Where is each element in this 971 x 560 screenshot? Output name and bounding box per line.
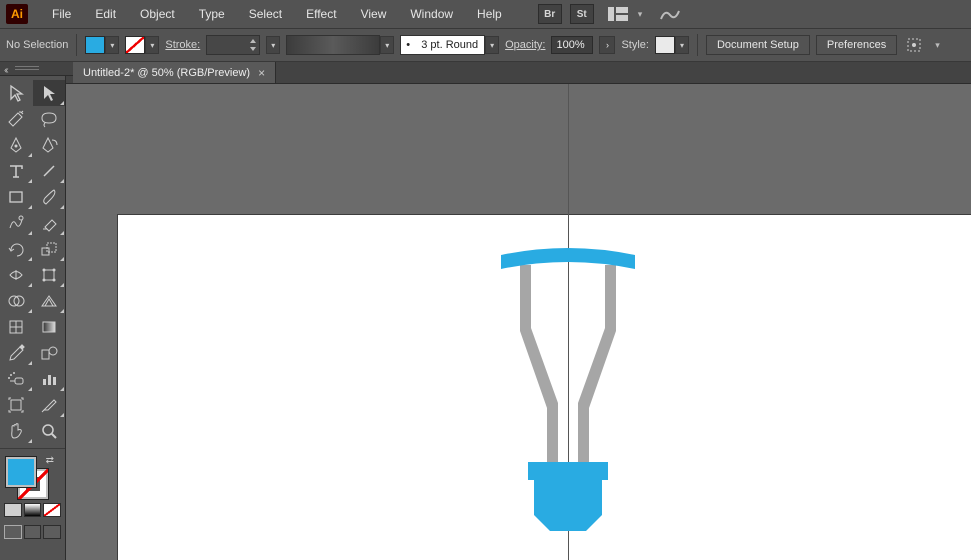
draw-inside-icon[interactable]: [43, 525, 61, 539]
color-mode-gradient-icon[interactable]: [24, 503, 42, 517]
stroke-swatch-dropdown[interactable]: ▾: [125, 36, 159, 54]
menu-object[interactable]: Object: [130, 3, 185, 25]
chevron-down-icon: ▾: [105, 36, 119, 54]
symbol-sprayer-tool[interactable]: [0, 366, 33, 392]
bridge-icon[interactable]: Br: [538, 4, 562, 24]
shaper-tool[interactable]: [0, 210, 33, 236]
type-tool[interactable]: [0, 158, 33, 184]
chevron-down-icon: ▾: [485, 36, 499, 54]
paintbrush-tool[interactable]: [33, 184, 66, 210]
selection-tool[interactable]: [0, 80, 33, 106]
stock-icon[interactable]: St: [570, 4, 594, 24]
collapse-chevron-icon: [4, 62, 7, 76]
style-label: Style:: [621, 39, 649, 51]
slice-tool[interactable]: [33, 392, 66, 418]
brush-definition-dropdown[interactable]: • 3 pt. Round ▾: [400, 35, 499, 55]
color-mode-none-icon[interactable]: [43, 503, 61, 517]
selection-state-label: No Selection: [6, 39, 68, 51]
perspective-grid-tool[interactable]: [33, 288, 66, 314]
menu-bar: Ai File Edit Object Type Select Effect V…: [0, 0, 971, 28]
draw-color-mode-row: [0, 499, 65, 521]
direct-selection-tool[interactable]: [33, 80, 66, 106]
menu-window[interactable]: Window: [400, 3, 463, 25]
opacity-label[interactable]: Opacity:: [505, 39, 545, 51]
brush-name: 3 pt. Round: [415, 39, 484, 51]
document-tab-title: Untitled-2* @ 50% (RGB/Preview): [83, 67, 250, 79]
magic-wand-tool[interactable]: [0, 106, 33, 132]
chevron-down-icon: ▾: [675, 36, 689, 54]
fill-swatch-dropdown[interactable]: ▾: [85, 36, 119, 54]
arrange-dropdown-icon[interactable]: ▾: [634, 9, 647, 20]
eraser-tool[interactable]: [33, 210, 66, 236]
stroke-label[interactable]: Stroke:: [165, 39, 200, 51]
draw-normal-icon[interactable]: [4, 525, 22, 539]
menu-help[interactable]: Help: [467, 3, 512, 25]
variable-width-preview: [286, 35, 380, 55]
scale-tool[interactable]: [33, 236, 66, 262]
control-bar: No Selection ▾ ▾ Stroke: ▾ ▾ • 3 pt. Rou…: [0, 28, 971, 62]
variable-width-profile-dropdown[interactable]: ▾: [286, 35, 394, 55]
menu-file[interactable]: File: [42, 3, 81, 25]
brush-preview-icon: •: [401, 39, 415, 51]
lasso-tool[interactable]: [33, 106, 66, 132]
preferences-button[interactable]: Preferences: [816, 35, 897, 55]
graphic-style-swatch: [655, 36, 675, 54]
align-to-icon[interactable]: [903, 35, 925, 55]
stroke-weight-dropdown[interactable]: ▾: [266, 36, 280, 54]
chevron-down-icon: ▾: [380, 36, 394, 54]
free-transform-tool[interactable]: [33, 262, 66, 288]
menu-edit[interactable]: Edit: [85, 3, 126, 25]
chevron-down-icon: ▾: [145, 36, 159, 54]
opacity-input[interactable]: 100%: [551, 36, 593, 54]
rectangle-tool[interactable]: [0, 184, 33, 210]
fill-stroke-control[interactable]: ⇄: [0, 453, 65, 499]
canvas-artwork-crutch[interactable]: [498, 243, 638, 560]
grip-icon: [15, 66, 39, 72]
tools-panel-collapse-handle[interactable]: [0, 62, 73, 76]
document-tab[interactable]: Untitled-2* @ 50% (RGB/Preview) ×: [73, 62, 276, 83]
app-logo-icon: Ai: [6, 4, 28, 24]
canvas-workspace[interactable]: [66, 84, 971, 560]
fill-swatch: [85, 36, 105, 54]
curvature-tool[interactable]: [33, 132, 66, 158]
menu-select[interactable]: Select: [239, 3, 292, 25]
stroke-swatch-none-icon: [125, 36, 145, 54]
menu-type[interactable]: Type: [189, 3, 235, 25]
opacity-dropdown-icon[interactable]: ›: [599, 36, 615, 54]
eyedropper-tool[interactable]: [0, 340, 33, 366]
gpu-perf-icon[interactable]: [658, 5, 682, 23]
gradient-tool[interactable]: [33, 314, 66, 340]
swap-fill-stroke-icon[interactable]: ⇄: [46, 455, 54, 466]
graphic-style-dropdown[interactable]: ▾: [655, 36, 689, 54]
rotate-tool[interactable]: [0, 236, 33, 262]
pen-tool[interactable]: [0, 132, 33, 158]
blend-tool[interactable]: [33, 340, 66, 366]
draw-behind-icon[interactable]: [24, 525, 42, 539]
mesh-tool[interactable]: [0, 314, 33, 340]
line-segment-tool[interactable]: [33, 158, 66, 184]
align-dropdown-icon[interactable]: ▾: [931, 40, 944, 51]
document-tabs: Untitled-2* @ 50% (RGB/Preview) ×: [0, 62, 971, 84]
tools-panel: ⇄: [0, 76, 66, 560]
width-tool[interactable]: [0, 262, 33, 288]
draw-mode-row: [0, 521, 65, 543]
menu-effect[interactable]: Effect: [296, 3, 346, 25]
chevron-down-icon: ▾: [266, 36, 280, 54]
shape-builder-tool[interactable]: [0, 288, 33, 314]
document-setup-button[interactable]: Document Setup: [706, 35, 810, 55]
artboard-tool[interactable]: [0, 392, 33, 418]
close-icon[interactable]: ×: [258, 66, 265, 80]
column-graph-tool[interactable]: [33, 366, 66, 392]
menu-view[interactable]: View: [351, 3, 397, 25]
hand-tool[interactable]: [0, 418, 33, 444]
fill-color-box[interactable]: [6, 457, 36, 487]
stroke-weight-input[interactable]: [206, 35, 260, 55]
color-mode-solid-icon[interactable]: [4, 503, 22, 517]
zoom-tool[interactable]: [33, 418, 66, 444]
arrange-documents-icon[interactable]: [606, 5, 630, 23]
